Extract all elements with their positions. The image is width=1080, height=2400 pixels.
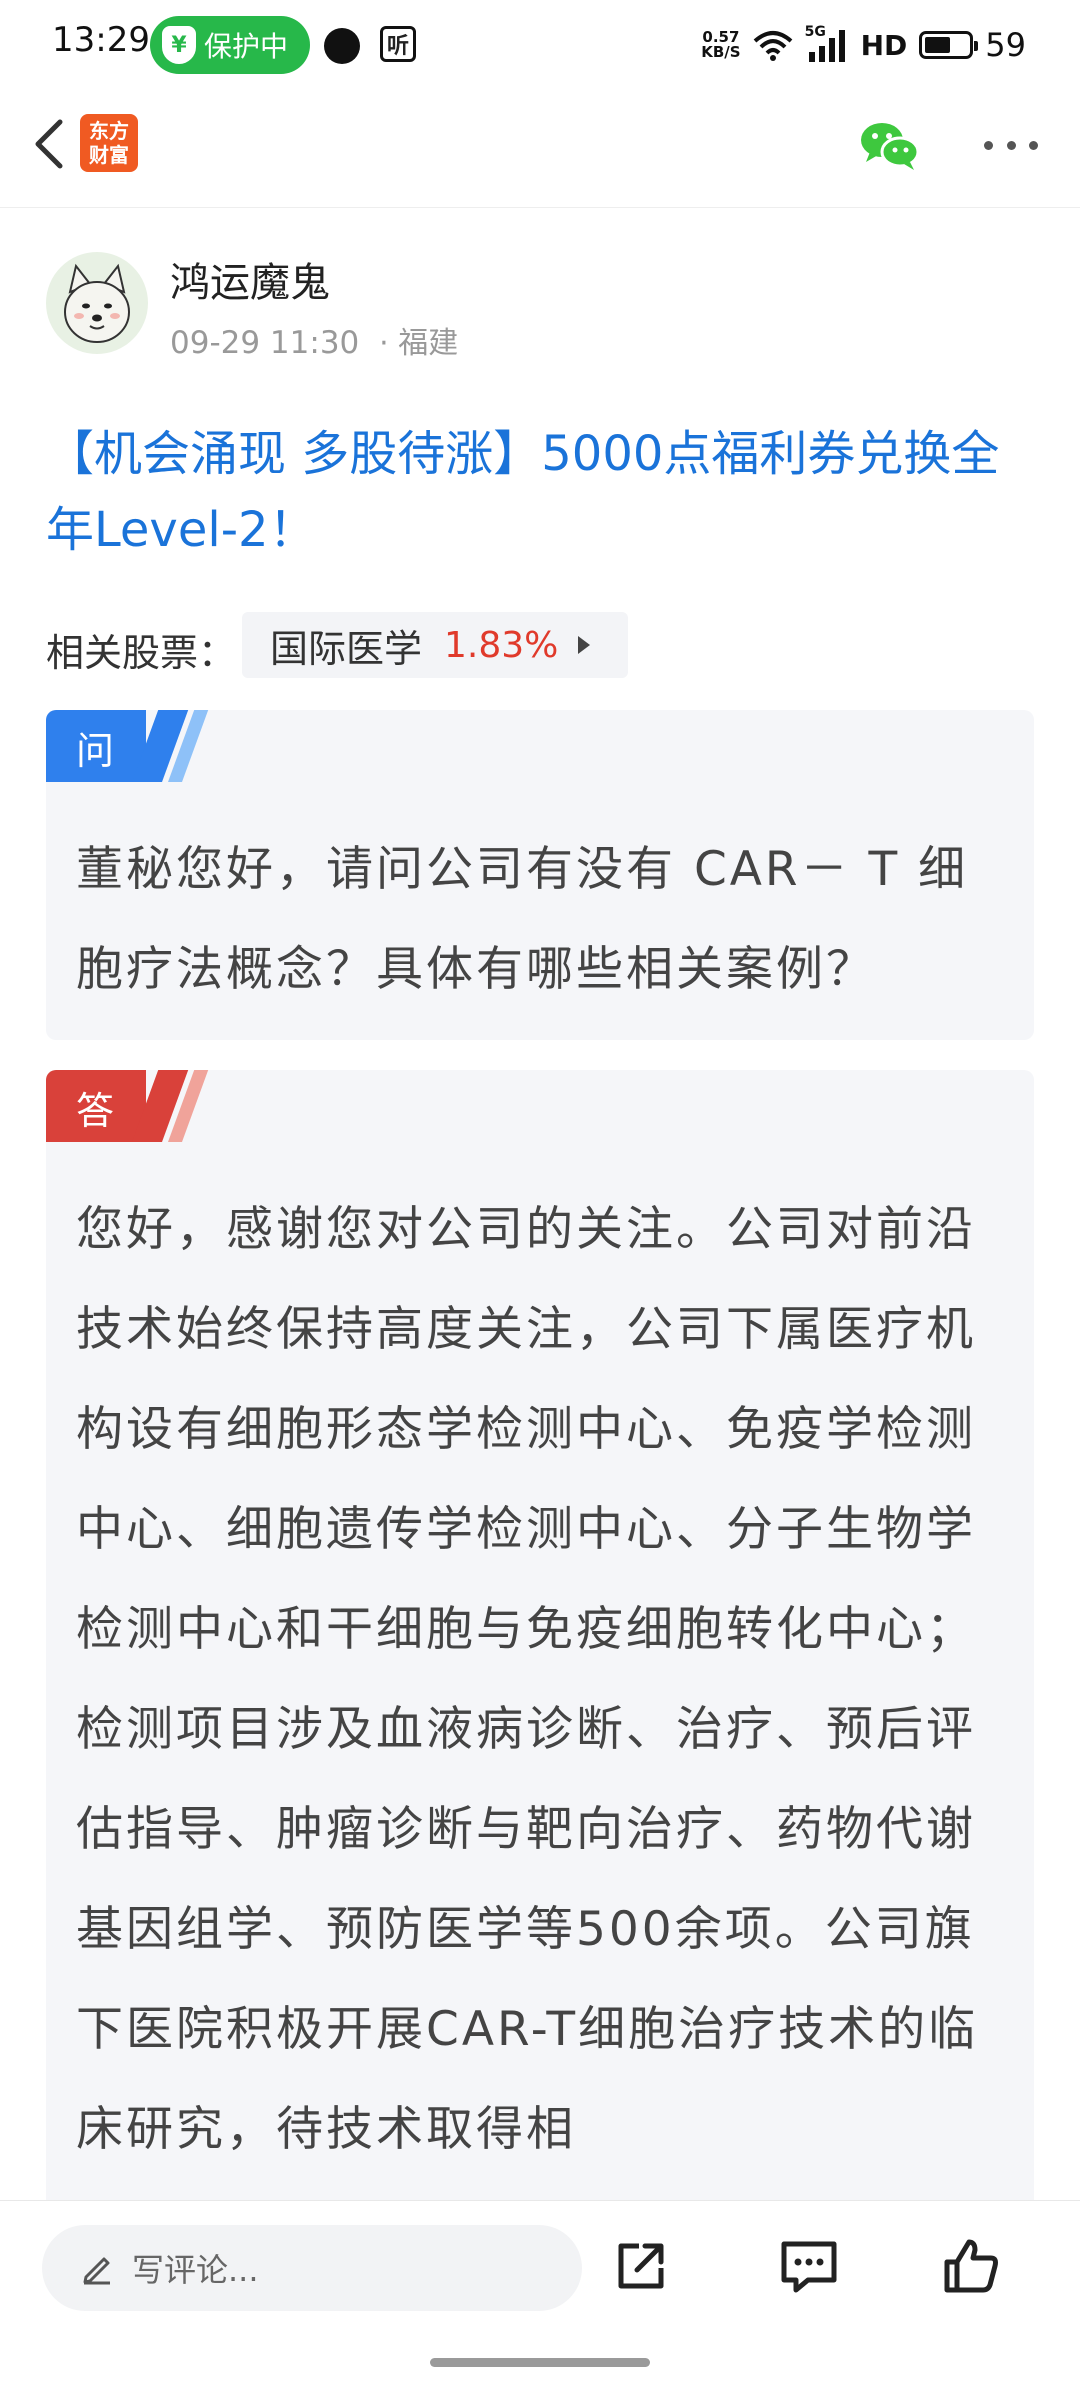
battery-icon bbox=[919, 31, 979, 59]
post-title[interactable]: 【机会涌现 多股待涨】5000点福利券兑换全年Level-2！ bbox=[46, 416, 1036, 568]
cellular-signal-icon: 5G bbox=[805, 24, 849, 62]
wifi-icon bbox=[753, 31, 792, 61]
status-bar: 13:29 ¥ 保护中 听 0.57 KB/S 5G HD 59 bbox=[0, 0, 1080, 90]
message-icon bbox=[781, 2241, 837, 2293]
answer-text: 您好，感谢您对公司的关注。公司对前沿技术始终保持高度关注，公司下属医疗机构设有细… bbox=[76, 1202, 979, 2157]
share-button[interactable] bbox=[606, 2231, 676, 2301]
more-dots-icon bbox=[984, 140, 993, 150]
back-button[interactable] bbox=[18, 112, 82, 176]
eastmoney-logo[interactable]: 东方 财富 bbox=[80, 114, 138, 172]
author-name[interactable]: 鸿运魔鬼 bbox=[170, 250, 330, 308]
post-location: · 福建 bbox=[379, 326, 459, 361]
related-stock-chip[interactable]: 国际医学 1.83% bbox=[242, 612, 628, 678]
stock-change: 1.83% bbox=[444, 624, 559, 666]
bottom-action-bar: 写评论... bbox=[0, 2200, 1080, 2400]
question-text: 董秘您好，请问公司有没有 CAR－ T 细胞疗法概念？具体有哪些相关案例？ bbox=[76, 842, 969, 997]
post-meta: 09-29 11:30 · 福建 bbox=[170, 318, 458, 362]
wechat-icon bbox=[861, 123, 920, 170]
stock-name: 国际医学 bbox=[270, 626, 423, 671]
comments-button[interactable] bbox=[774, 2231, 844, 2301]
share-icon bbox=[618, 2243, 664, 2289]
question-tag: 问 bbox=[46, 710, 209, 782]
status-indicators: 0.57 KB/S 5G HD 59 bbox=[701, 18, 1026, 72]
question-card: 问 董秘您好，请问公司有没有 CAR－ T 细胞疗法概念？具体有哪些相关案例？ bbox=[46, 710, 1034, 1040]
comment-placeholder: 写评论... bbox=[132, 2251, 259, 2289]
network-speed: 0.57 KB/S bbox=[701, 28, 741, 61]
related-stocks-label: 相关股票： bbox=[46, 631, 237, 675]
wechat-share-button[interactable] bbox=[858, 118, 922, 174]
post-detail-page: 13:29 ¥ 保护中 听 0.57 KB/S 5G HD 59 东方 财富 鸿… bbox=[0, 0, 1080, 2400]
thumbs-up-icon bbox=[944, 2239, 998, 2293]
pencil-icon bbox=[83, 2257, 110, 2285]
hd-indicator: HD bbox=[860, 28, 908, 62]
play-arrow-icon bbox=[578, 636, 591, 654]
answer-tag: 答 bbox=[46, 1070, 209, 1142]
status-time: 13:29 bbox=[52, 20, 150, 60]
like-button[interactable] bbox=[936, 2231, 1006, 2301]
home-indicator[interactable] bbox=[430, 2358, 650, 2367]
battery-level: 59 bbox=[985, 26, 1026, 64]
ting-app-icon: 听 bbox=[380, 26, 416, 62]
notification-dot-icon bbox=[324, 28, 360, 64]
comment-input[interactable]: 写评论... bbox=[42, 2225, 582, 2311]
top-nav-bar: 东方 财富 bbox=[0, 90, 1080, 208]
protection-label: 保护中 bbox=[204, 30, 289, 63]
protection-badge[interactable]: ¥ 保护中 bbox=[150, 16, 310, 74]
author-avatar[interactable] bbox=[46, 252, 148, 354]
post-time: 09-29 11:30 bbox=[170, 325, 360, 361]
chevron-left-icon bbox=[35, 119, 63, 169]
more-options-button[interactable] bbox=[976, 120, 1046, 170]
shield-icon: ¥ bbox=[162, 26, 196, 64]
